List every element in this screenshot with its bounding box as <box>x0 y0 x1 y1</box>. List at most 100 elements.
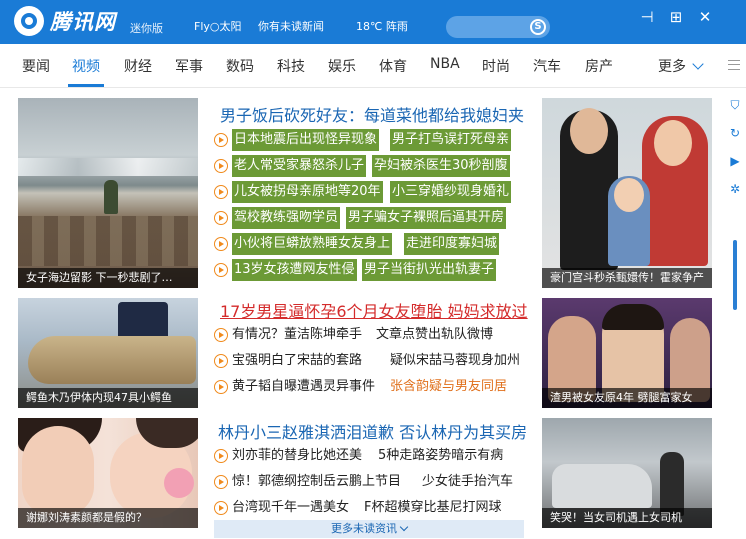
thumbnail-caption: 豪门宫斗秒杀甄嬛传！霍家争产 <box>542 268 712 288</box>
list-item[interactable]: 老人常受家暴怒杀儿子 孕妇被杀医生30秒剖腹 <box>214 155 544 177</box>
list-item[interactable]: 惊！郭德纲控制岳云鹏上节目 少女徒手抬汽车 <box>214 471 544 493</box>
list-item[interactable]: 儿女被拐母亲原地等20年 小三穿婚纱现身婚礼 <box>214 181 544 203</box>
weather-location[interactable]: Fly○太阳 <box>194 18 242 34</box>
news-thumbnail[interactable]: 谢娜刘涛素颜都是假的？ <box>18 418 198 528</box>
news-title[interactable]: 刘亦菲的替身比她还美 <box>232 445 362 467</box>
news-title[interactable]: 宝强明白了宋喆的套路 <box>232 350 362 372</box>
news-title[interactable]: 老人常受家暴怒杀儿子 <box>232 155 367 177</box>
logo-text: 腾讯网 <box>50 10 116 34</box>
news-title[interactable]: 13岁女孩遭网友性侵 <box>232 259 357 281</box>
more-news-button[interactable]: 更多未读资讯 <box>214 520 524 538</box>
tab-auto[interactable]: 汽车 <box>533 56 561 76</box>
category-nav: 要闻 视频 财经 军事 数码 科技 娱乐 体育 NBA 时尚 汽车 房产 更多 <box>0 44 746 88</box>
list-item[interactable]: 小伙将巨蟒放熟睡女友身上 走进印度寡妇城 <box>214 233 544 255</box>
news-title[interactable]: 有情况？董洁陈坤牵手 <box>232 324 362 346</box>
list-item[interactable]: 黄子韬自曝遭遇灵异事件 张含韵疑与男友同居 <box>214 376 544 398</box>
tab-digital[interactable]: 数码 <box>226 56 254 76</box>
play-bullet-icon <box>214 211 228 225</box>
play-bullet-icon <box>214 159 228 173</box>
list-item[interactable]: 有情况？董洁陈坤牵手 文章点赞出轨队微博 <box>214 324 544 346</box>
list-item[interactable]: 台湾现千年一遇美女 F杯超模穿比基尼打网球 <box>214 497 544 519</box>
settings-icon[interactable]: ✲ <box>728 182 742 196</box>
qq-logo[interactable]: 腾讯网 <box>14 6 116 36</box>
news-title-extra[interactable]: 男子当街扒光出轨妻子 <box>362 259 497 281</box>
qq-logo-icon <box>14 6 44 36</box>
thumbnail-caption: 渣男被女友原4年 劈腿富家女 <box>542 388 712 408</box>
tab-tech[interactable]: 科技 <box>277 56 305 76</box>
news-title-extra[interactable]: 孕妇被杀医生30秒剖腹 <box>372 155 510 177</box>
sogou-search-icon[interactable]: S <box>530 19 546 35</box>
tab-finance[interactable]: 财经 <box>124 56 152 76</box>
news-title-extra[interactable]: 男子骗女子裸照后逼其开房 <box>346 207 507 229</box>
thumbnail-caption: 笑哭！当女司机遇上女司机 <box>542 508 712 528</box>
headline-link[interactable]: 林丹小三赵雅淇洒泪道歉 否认林丹为其买房 <box>218 419 527 443</box>
more-tabs-button[interactable]: 更多 <box>658 56 704 76</box>
tab-nba[interactable]: NBA <box>430 56 460 72</box>
tab-entertainment[interactable]: 娱乐 <box>328 56 356 76</box>
news-thumbnail[interactable]: 女子海边留影 下一秒悲剧了… <box>18 98 198 288</box>
thumbnail-caption: 鳄鱼木乃伊体内现47具小鳄鱼 <box>18 388 198 408</box>
thumbnail-caption: 女子海边留影 下一秒悲剧了… <box>18 268 198 288</box>
play-icon[interactable]: ▶ <box>728 154 742 168</box>
news-title-extra[interactable]: 疑似宋喆马蓉现身加州 <box>390 350 520 372</box>
list-item[interactable]: 日本地震后出现怪异现象 男子打鸟误打死母亲 <box>214 129 544 151</box>
news-title[interactable]: 儿女被拐母亲原地等20年 <box>232 181 383 203</box>
play-bullet-icon <box>214 185 228 199</box>
thumbnail-caption: 谢娜刘涛素颜都是假的？ <box>18 508 198 528</box>
news-title[interactable]: 惊！郭德纲控制岳云鹏上节目 <box>232 471 401 493</box>
unread-news-label[interactable]: 你有未读新闻 <box>258 18 324 34</box>
tab-news[interactable]: 要闻 <box>22 56 50 76</box>
play-bullet-icon <box>214 501 228 515</box>
menu-icon[interactable] <box>728 60 740 70</box>
news-thumbnail[interactable]: 笑哭！当女司机遇上女司机 <box>542 418 712 528</box>
news-title-extra[interactable]: 张含韵疑与男友同居 <box>390 376 507 398</box>
news-title[interactable]: 驾校教练强吻学员 <box>232 207 341 229</box>
tab-sports[interactable]: 体育 <box>379 56 407 76</box>
refresh-icon[interactable]: ↻ <box>728 126 742 140</box>
news-thumbnail[interactable]: 鳄鱼木乃伊体内现47具小鳄鱼 <box>18 298 198 408</box>
news-title-extra[interactable]: F杯超模穿比基尼打网球 <box>364 497 501 519</box>
mini-version-label[interactable]: 迷你版 <box>130 20 163 36</box>
play-bullet-icon <box>214 328 228 342</box>
news-title-extra[interactable]: 男子打鸟误打死母亲 <box>390 129 512 151</box>
tab-house[interactable]: 房产 <box>585 56 613 76</box>
more-news-label: 更多未读资讯 <box>331 522 397 535</box>
news-title[interactable]: 小伙将巨蟒放熟睡女友身上 <box>232 233 393 255</box>
temperature[interactable]: 18℃ 阵雨 <box>356 18 408 34</box>
play-bullet-icon <box>214 475 228 489</box>
pin-icon[interactable]: ⊣ <box>636 6 658 28</box>
news-thumbnail[interactable]: 豪门宫斗秒杀甄嬛传！霍家争产 <box>542 98 712 288</box>
news-title-extra[interactable]: 走进印度寡妇城 <box>404 233 500 255</box>
play-bullet-icon <box>214 263 228 277</box>
active-tab-indicator <box>68 84 104 87</box>
chevron-down-icon <box>399 522 409 532</box>
headline-link[interactable]: 17岁男星逼怀孕6个月女友堕胎 妈妈求放过 <box>220 298 528 322</box>
news-title-extra[interactable]: 小三穿婚纱现身婚礼 <box>390 181 512 203</box>
maximize-icon[interactable]: ⊞ <box>665 6 687 28</box>
news-title[interactable]: 黄子韬自曝遭遇灵异事件 <box>232 376 375 398</box>
news-title-extra[interactable]: 文章点赞出轨队微博 <box>376 324 493 346</box>
shield-icon[interactable]: ⛉ <box>728 98 742 112</box>
headline-link[interactable]: 男子饭后砍死好友：每道菜他都给我媳妇夹 <box>220 102 524 126</box>
title-bar: 腾讯网 迷你版 Fly○太阳 你有未读新闻 18℃ 阵雨 S ⊣ ⊞ ✕ <box>0 0 746 44</box>
list-item[interactable]: 刘亦菲的替身比她还美 5种走路姿势暗示有病 <box>214 445 544 467</box>
search-input[interactable]: S <box>446 16 550 38</box>
tab-video[interactable]: 视频 <box>72 56 100 76</box>
play-bullet-icon <box>214 449 228 463</box>
list-item[interactable]: 宝强明白了宋喆的套路 疑似宋喆马蓉现身加州 <box>214 350 544 372</box>
close-icon[interactable]: ✕ <box>694 6 716 28</box>
tab-fashion[interactable]: 时尚 <box>482 56 510 76</box>
chevron-down-icon <box>692 58 704 70</box>
tab-military[interactable]: 军事 <box>175 56 203 76</box>
news-title[interactable]: 台湾现千年一遇美女 <box>232 497 349 519</box>
list-item[interactable]: 13岁女孩遭网友性侵 男子当街扒光出轨妻子 <box>214 259 544 281</box>
scrollbar[interactable] <box>733 240 737 310</box>
play-bullet-icon <box>214 354 228 368</box>
news-title-extra[interactable]: 5种走路姿势暗示有病 <box>378 445 503 467</box>
news-title[interactable]: 日本地震后出现怪异现象 <box>232 129 380 151</box>
play-bullet-icon <box>214 380 228 394</box>
play-bullet-icon <box>214 237 228 251</box>
list-item[interactable]: 驾校教练强吻学员 男子骗女子裸照后逼其开房 <box>214 207 544 229</box>
news-thumbnail[interactable]: 渣男被女友原4年 劈腿富家女 <box>542 298 712 408</box>
news-title-extra[interactable]: 少女徒手抬汽车 <box>422 471 513 493</box>
